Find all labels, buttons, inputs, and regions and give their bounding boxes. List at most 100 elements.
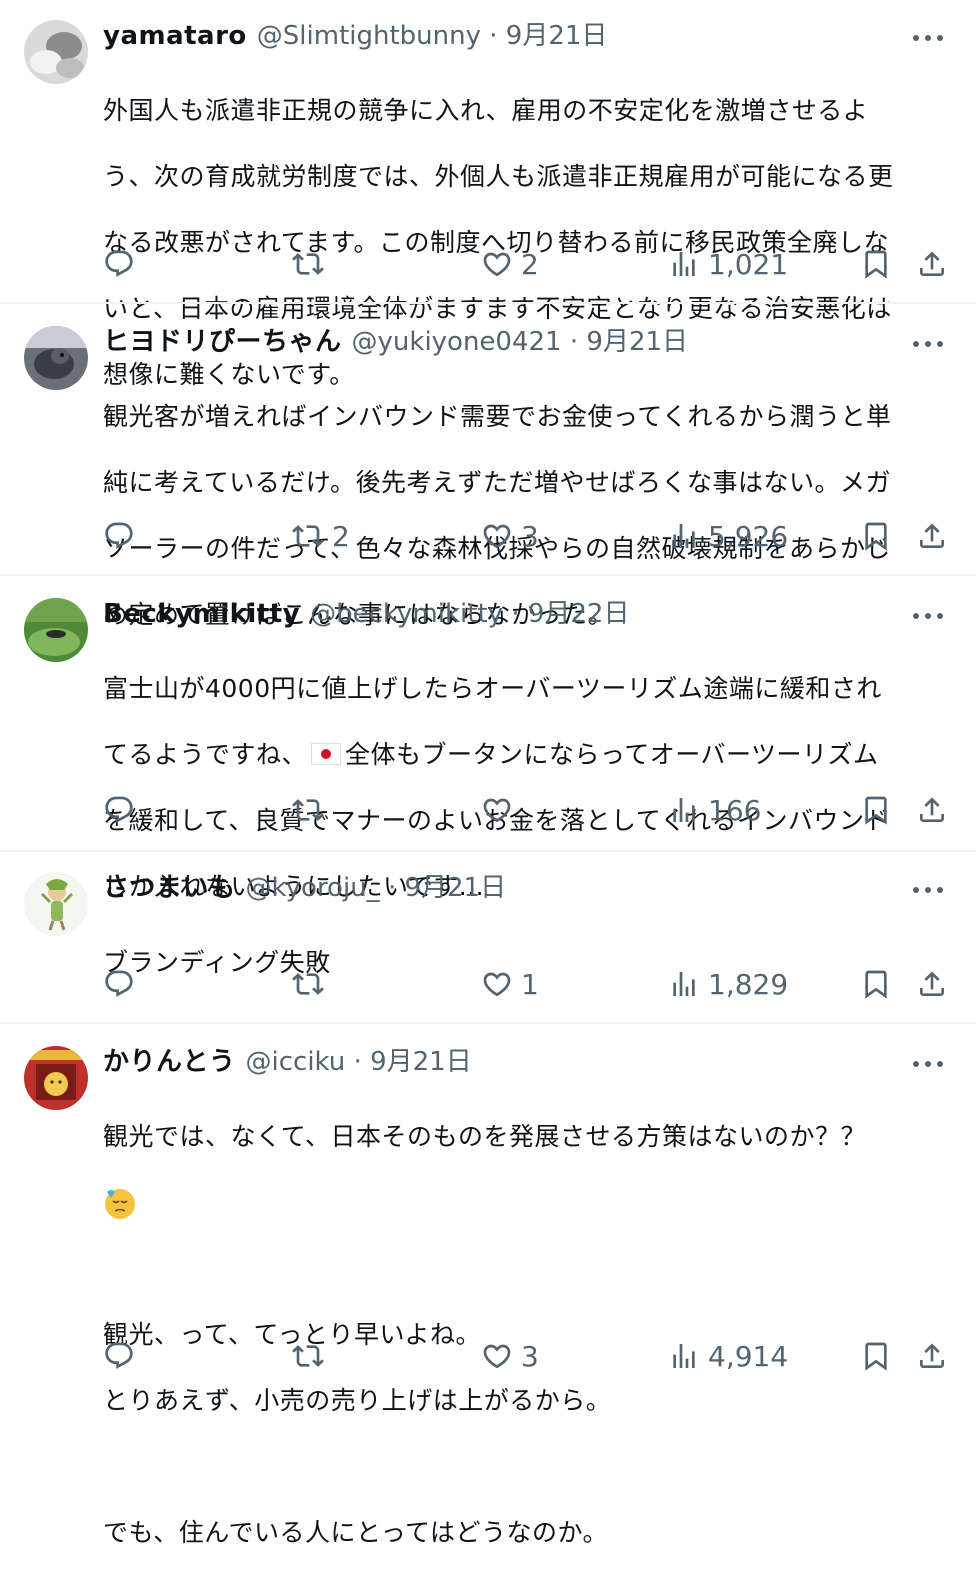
user-handle[interactable]: @Slimtightbunny [257,21,481,51]
post-date[interactable]: · 9月22日 [511,599,629,629]
reply-icon [103,794,135,826]
display-name[interactable]: ヒヨドリぴーちゃん [103,327,342,357]
post-satsumaimo[interactable]: さつまいも @kyoroju_ · 9月21日 ブランディング失敗 1 1,829 [0,852,976,1022]
repost-button[interactable] [292,1336,332,1376]
user-handle[interactable]: @beckymikitty [310,599,503,629]
post-hiyodori[interactable]: ヒヨドリぴーちゃん @yukiyone0421 · 9月21日 観光客が増えればイ… [0,304,976,629]
repost-icon [292,794,324,826]
share-button[interactable] [916,244,948,284]
views-icon [668,1340,700,1372]
like-count: 2 [521,247,539,281]
heart-icon [481,968,513,1000]
avatar[interactable] [24,1046,88,1110]
repost-button[interactable]: 2 [292,516,350,556]
heart-icon [481,520,513,552]
post-karintou[interactable]: かりんとう @icciku · 9月21日 観光では、なくて、日本そのものを発展さ… [0,1024,976,1547]
share-icon [916,248,948,280]
avatar[interactable] [24,20,88,84]
like-button[interactable]: 3 [481,516,539,556]
share-icon [916,520,948,552]
heart-icon [481,794,513,826]
share-button[interactable] [916,964,948,1004]
post-text-line: 純に考えているだけ。後先考えずただ増やせばろくな事はない。メガ [103,468,892,497]
display-name[interactable]: yamataro [103,21,247,51]
post-date[interactable]: · 9月21日 [388,873,506,903]
bookmark-icon [860,968,892,1000]
share-icon [916,1340,948,1372]
repost-button[interactable] [292,244,332,284]
post-text-line: てるようですね、 全体もブータンにならってオーバーツーリズム [103,738,955,771]
post-beckymikitty[interactable]: Beckymikitty @beckymikitty · 9月22日 富士山が40… [0,576,976,901]
share-button[interactable] [916,1336,948,1376]
avatar[interactable] [24,598,88,662]
heart-icon [481,248,513,280]
views-button[interactable]: 5,926 [668,516,788,556]
post-text-line: 観光客が増えればインバウンド需要でお金使ってくれるから潤うと単 [103,402,892,431]
post-text-line: う、次の育成就労制度では、外個人も派遣非正規雇用が可能になる更 [103,162,894,191]
bookmark-icon [860,520,892,552]
post-text-line: 富士山が4000円に値上げしたらオーバーツーリズム途端に緩和され [103,674,882,703]
reply-icon [103,248,135,280]
views-button[interactable]: 1,021 [668,244,788,284]
avatar[interactable] [24,326,88,390]
repost-button[interactable] [292,964,332,1004]
views-button[interactable]: 1,829 [668,964,788,1004]
action-bar: 2 1,021 [0,244,976,284]
reply-icon [103,1340,135,1372]
avatar[interactable] [24,872,88,936]
more-options-icon[interactable] [910,28,946,48]
action-bar: 1 1,829 [0,964,976,1004]
view-count: 166 [708,793,762,827]
more-options-icon[interactable] [910,606,946,626]
post-date[interactable]: · 9月21日 [570,327,688,357]
reply-button[interactable] [103,244,143,284]
post-text-segment: てるようですね、 [103,740,308,769]
repost-count: 2 [332,519,350,553]
more-options-icon[interactable] [910,1054,946,1074]
reply-button[interactable] [103,516,143,556]
reply-button[interactable] [103,790,143,830]
reply-button[interactable] [103,964,143,1004]
more-options-icon[interactable] [910,334,946,354]
bookmark-button[interactable] [860,790,892,830]
bookmark-button[interactable] [860,516,892,556]
post-date[interactable]: · 9月21日 [354,1047,472,1077]
post-date[interactable]: · 9月21日 [489,21,607,51]
views-icon [668,968,700,1000]
post-text: 観光では、なくて、日本そのものを発展させる方策はないのか？？ 観光、って、てっと… [103,1087,955,1582]
like-button[interactable] [481,790,521,830]
share-button[interactable] [916,516,948,556]
repost-icon [292,248,324,280]
bookmark-button[interactable] [860,244,892,284]
post-yamataro[interactable]: yamataro @Slimtightbunny · 9月21日 外国人も派遣非正… [0,0,976,389]
like-button[interactable]: 1 [481,964,539,1004]
heart-icon [481,1340,513,1372]
bookmark-icon [860,794,892,826]
display-name[interactable]: かりんとう [103,1047,236,1077]
share-button[interactable] [916,790,948,830]
action-bar: 2 3 5,926 [0,516,976,556]
like-button[interactable]: 3 [481,1336,539,1376]
display-name[interactable]: Beckymikitty [103,599,300,629]
user-handle[interactable]: @icciku [246,1047,346,1077]
views-button[interactable]: 4,914 [668,1336,788,1376]
views-icon [668,520,700,552]
display-name[interactable]: さつまいも [103,873,236,903]
downcast-face-with-sweat-icon [105,1189,135,1219]
user-handle[interactable]: @kyoroju_ [246,873,380,903]
view-count: 1,021 [708,247,789,281]
post-text-line: でも、住んでいる人にとってはどうなのか。 [103,1518,609,1547]
share-icon [916,968,948,1000]
bookmark-button[interactable] [860,964,892,1004]
views-button[interactable]: 166 [668,790,761,830]
like-button[interactable]: 2 [481,244,539,284]
reply-button[interactable] [103,1336,143,1376]
bookmark-button[interactable] [860,1336,892,1376]
view-count: 5,926 [708,519,789,553]
user-handle[interactable]: @yukiyone0421 [352,327,562,357]
repost-button[interactable] [292,790,332,830]
more-options-icon[interactable] [910,880,946,900]
repost-icon [292,1340,324,1372]
bookmark-icon [860,248,892,280]
